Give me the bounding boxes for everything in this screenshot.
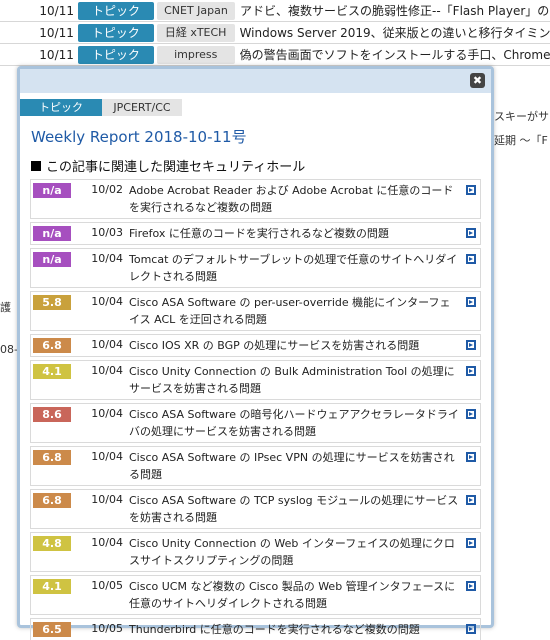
open-link-icon[interactable] [466,366,476,376]
source-tag[interactable]: CNET Japan [157,1,235,20]
vulnerability-title-link[interactable]: Thunderbird に任意のコードを実行されるなど複数の問題 [129,621,460,638]
topic-tag[interactable]: トピック [77,45,154,64]
dialog-tags: トピック JPCERT/CC [20,99,491,116]
vulnerability-title-link[interactable]: Cisco Unity Connection の Web インターフェイスの処理… [129,535,460,569]
open-link-icon[interactable] [466,538,476,548]
cvss-score-badge: 4.1 [33,579,71,594]
open-link-icon[interactable] [466,185,476,195]
vulnerability-date: 10/05 [91,579,123,592]
vulnerability-date: 10/03 [91,226,123,239]
vulnerability-title-link[interactable]: Firefox に任意のコードを実行されるなど複数の問題 [129,225,460,242]
vulnerability-row[interactable]: 8.6 10/04 Cisco ASA Software の暗号化ハードウェアアクセ… [30,403,481,443]
open-link-icon[interactable] [466,452,476,462]
topic-tag[interactable]: トピック [78,1,154,20]
source-tag[interactable]: 日経 xTECH [156,23,235,42]
cvss-score-badge: 6.8 [33,450,71,465]
open-link-icon[interactable] [466,409,476,419]
news-title-link[interactable]: アドビ、複数サービスの脆弱性修正--「Flash Player」の [240,2,549,19]
vulnerability-row[interactable]: 5.8 10/04 Cisco ASA Software の per-user-ov… [30,291,481,331]
open-link-icon[interactable] [466,228,476,238]
vulnerability-date: 10/04 [91,295,123,308]
news-date: 10/11 [39,47,74,62]
cvss-score-badge: 5.8 [33,295,71,310]
open-link-icon[interactable] [466,340,476,350]
vulnerability-title-link[interactable]: Tomcat のデフォルトサーブレットの処理で任意のサイトへリダイレクトされる問… [129,251,460,285]
vulnerability-date: 10/04 [91,450,123,463]
vulnerability-row[interactable]: 4.1 10/04 Cisco Unity Connection の Bulk Ad… [30,360,481,400]
news-date: 10/11 [39,25,74,40]
news-title-link[interactable]: 偽の警告画面でソフトをインストールする手口、Chrome [240,46,550,63]
news-list: 10/11 トピック CNET Japan アドビ、複数サービスの脆弱性修正--… [0,0,550,66]
close-button[interactable]: ✖ [470,73,485,88]
topic-tag[interactable]: トピック [20,99,102,116]
news-date: 10/11 [39,3,74,18]
vulnerability-date: 10/04 [91,407,123,420]
vulnerability-title-link[interactable]: Cisco IOS XR の BGP の処理にサービスを妨害される問題 [129,337,460,354]
background-text-fragment: 延期 〜「F [494,134,548,147]
report-title-link[interactable]: Weekly Report 2018-10-11号 [31,126,491,147]
vulnerability-title-link[interactable]: Cisco ASA Software の per-user-override 機… [129,294,460,328]
cvss-score-badge: 4.8 [33,536,71,551]
vulnerability-row[interactable]: 6.8 10/04 Cisco ASA Software の TCP syslog … [30,489,481,529]
section-heading-text: この記事に関連した関連セキュリティホール [46,160,306,175]
source-tag[interactable]: impress [156,45,235,64]
section-heading: この記事に関連した関連セキュリティホール [31,156,491,175]
topic-tag[interactable]: トピック [77,23,154,42]
dialog-header[interactable]: ✖ [20,69,491,93]
vulnerability-title-link[interactable]: Cisco Unity Connection の Bulk Administra… [129,363,460,397]
background-text-fragment: 08- [0,343,18,356]
open-link-icon[interactable] [466,581,476,591]
vulnerability-title-link[interactable]: Cisco UCM など複数の Cisco 製品の Web 管理インタフェースに… [129,578,460,612]
cvss-score-badge: 6.8 [33,338,71,353]
news-row[interactable]: 10/11 トピック 日経 xTECH Windows Server 2019、… [0,22,550,44]
vulnerability-date: 10/04 [91,364,123,377]
vulnerability-row[interactable]: 6.8 10/04 Cisco IOS XR の BGP の処理にサービスを妨害され… [30,334,481,357]
news-title-link[interactable]: Windows Server 2019、従来版との違いと移行タイミン [240,24,550,41]
background-text-fragment: スキーがサー [494,110,550,123]
open-link-icon[interactable] [466,624,476,634]
vulnerability-row[interactable]: 6.5 10/05 Thunderbird に任意のコードを実行されるなど複数の問題 [30,618,481,640]
vulnerability-row[interactable]: n/a 10/02 Adobe Acrobat Reader および Adobe A… [30,179,481,219]
square-bullet-icon [31,160,41,171]
vulnerability-title-link[interactable]: Adobe Acrobat Reader および Adobe Acrobat に… [129,182,460,216]
cvss-score-badge: 6.8 [33,493,71,508]
cvss-score-badge: n/a [33,183,71,198]
vulnerability-row[interactable]: 6.8 10/04 Cisco ASA Software の IPsec VPN の… [30,446,481,486]
vulnerability-list: n/a 10/02 Adobe Acrobat Reader および Adobe A… [30,179,481,640]
vulnerability-title-link[interactable]: Cisco ASA Software の TCP syslog モジュールの処理… [129,492,460,526]
vulnerability-title-link[interactable]: Cisco ASA Software の IPsec VPN の処理にサービスを… [129,449,460,483]
cvss-score-badge: 4.1 [33,364,71,379]
cvss-score-badge: 6.5 [33,622,71,637]
source-tag[interactable]: JPCERT/CC [102,99,182,116]
vulnerability-row[interactable]: 4.1 10/05 Cisco UCM など複数の Cisco 製品の Web 管理… [30,575,481,615]
open-link-icon[interactable] [466,495,476,505]
news-row[interactable]: 10/11 トピック CNET Japan アドビ、複数サービスの脆弱性修正--… [0,0,550,22]
vulnerability-title-link[interactable]: Cisco ASA Software の暗号化ハードウェアアクセラレータドライバ… [129,406,460,440]
cvss-score-badge: n/a [33,226,71,241]
vulnerability-date: 10/05 [91,622,123,635]
open-link-icon[interactable] [466,254,476,264]
vulnerability-date: 10/04 [91,536,123,549]
open-link-icon[interactable] [466,297,476,307]
background-text-fragment: 護 [0,301,11,314]
vulnerability-row[interactable]: 4.8 10/04 Cisco Unity Connection の Web インタ… [30,532,481,572]
cvss-score-badge: n/a [33,252,71,267]
vulnerability-date: 10/02 [91,183,123,196]
vulnerability-date: 10/04 [91,338,123,351]
related-vulnerabilities-dialog: ✖ トピック JPCERT/CC Weekly Report 2018-10-1… [17,66,494,640]
news-row[interactable]: 10/11 トピック impress 偽の警告画面でソフトをインストールする手口… [0,44,550,66]
cvss-score-badge: 8.6 [33,407,71,422]
vulnerability-date: 10/04 [91,252,123,265]
vulnerability-row[interactable]: n/a 10/03 Firefox に任意のコードを実行されるなど複数の問題 [30,222,481,245]
vulnerability-row[interactable]: n/a 10/04 Tomcat のデフォルトサーブレットの処理で任意のサイトへリダ… [30,248,481,288]
vulnerability-date: 10/04 [91,493,123,506]
